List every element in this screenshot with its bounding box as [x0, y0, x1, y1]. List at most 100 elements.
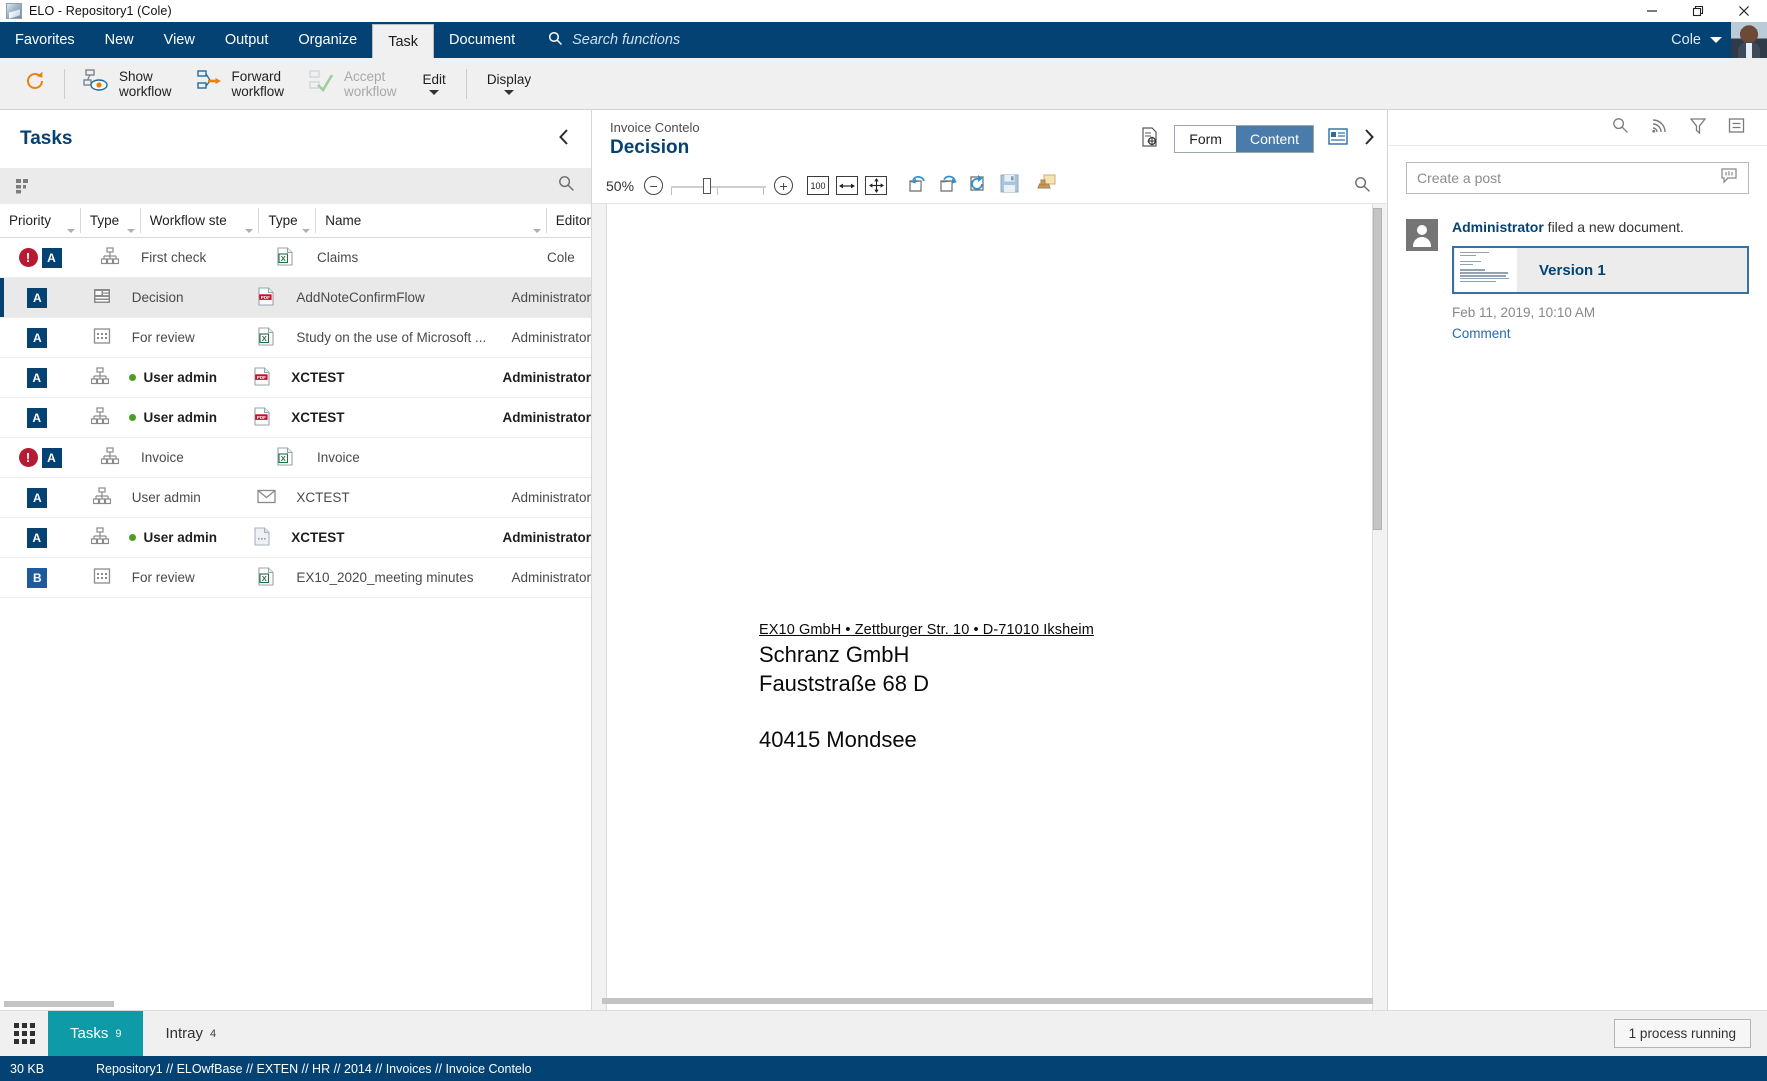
display-dropdown[interactable]: Display: [473, 58, 545, 110]
accept-workflow-button[interactable]: Acceptworkflow: [296, 58, 409, 110]
table-row[interactable]: AUser adminPDFXCTESTAdministrator: [0, 358, 591, 398]
view-options-icon[interactable]: [16, 178, 34, 194]
panel-layout-icon[interactable]: [1328, 128, 1348, 150]
zoom-in-icon[interactable]: +: [774, 176, 793, 195]
search-icon[interactable]: [1612, 117, 1629, 139]
rotate-left-icon[interactable]: [908, 173, 930, 198]
feed-comment-link[interactable]: Comment: [1452, 326, 1749, 341]
column-header-editor[interactable]: Editor: [547, 204, 591, 237]
menu-item-new[interactable]: New: [90, 22, 149, 58]
column-header-workflow-step[interactable]: Workflow ste: [141, 204, 259, 237]
priority-badge: A: [27, 328, 47, 348]
form-content-toggle[interactable]: Form Content: [1174, 125, 1314, 153]
create-post-input[interactable]: Create a post: [1406, 162, 1749, 194]
column-header-priority[interactable]: Priority: [0, 204, 80, 237]
column-header-type-2[interactable]: Type: [259, 204, 315, 237]
avatar: [1406, 219, 1438, 251]
tab-form[interactable]: Form: [1175, 126, 1236, 152]
tab-intray[interactable]: Intray 4: [143, 1011, 238, 1056]
comment-icon[interactable]: [1720, 167, 1738, 190]
status-bar: 30 KB Repository1 // ELOwfBase // EXTEN …: [0, 1056, 1767, 1081]
show-workflow-button[interactable]: Showworkflow: [71, 58, 184, 110]
toolbar-divider: [64, 69, 65, 99]
elo-app-icon: [6, 3, 22, 19]
table-row[interactable]: AFor reviewXStudy on the use of Microsof…: [0, 318, 591, 358]
table-row[interactable]: BFor reviewXEX10_2020_meeting minutesAdm…: [0, 558, 591, 598]
document-properties-icon[interactable]: [1140, 127, 1160, 152]
tab-content[interactable]: Content: [1236, 126, 1313, 152]
cell-workflow-step: For review: [130, 330, 240, 345]
rotate-right-icon[interactable]: [938, 173, 960, 198]
status-file-size: 30 KB: [0, 1062, 96, 1076]
workflow-icon: [101, 447, 119, 468]
tab-tasks[interactable]: Tasks 9: [48, 1011, 143, 1056]
menu-item-output[interactable]: Output: [210, 22, 284, 58]
forward-workflow-button[interactable]: Forwardworkflow: [184, 58, 297, 110]
cell-priority: A: [0, 408, 73, 428]
svg-text:X: X: [281, 253, 286, 262]
table-row[interactable]: ADecisionPDFAddNoteConfirmFlowAdministra…: [0, 278, 591, 318]
priority-badge: A: [42, 448, 62, 468]
menu-item-favorites[interactable]: Favorites: [0, 22, 90, 58]
column-header-name[interactable]: Name: [316, 204, 545, 237]
status-dot-icon: [129, 374, 136, 381]
chevron-left-icon[interactable]: [558, 128, 571, 151]
zoom-level-label: 50%: [606, 178, 634, 194]
table-row[interactable]: AUser adminXCTESTAdministrator: [0, 478, 591, 518]
edit-dropdown[interactable]: Edit: [409, 58, 460, 110]
workflow-step-label: For review: [132, 330, 195, 345]
zoom-out-icon[interactable]: −: [644, 176, 663, 195]
sort-arrow-icon: [245, 229, 253, 233]
sender-line: EX10 GmbH • Zettburger Str. 10 • D-71010…: [759, 622, 1094, 638]
document-vertical-scrollbar[interactable]: [1373, 208, 1382, 1010]
avatar[interactable]: [1731, 22, 1767, 58]
zoom-slider[interactable]: [671, 177, 766, 195]
filter-icon[interactable]: [1690, 117, 1706, 139]
excel-icon: X: [276, 447, 294, 469]
process-status-button[interactable]: 1 process running: [1614, 1019, 1751, 1048]
document-viewer-panel: Invoice Contelo Decision: [591, 110, 1387, 1010]
tab-tasks-count: 9: [115, 1028, 121, 1040]
menu-item-task[interactable]: Task: [372, 24, 434, 58]
feed-entry-action: filed a new document.: [1544, 219, 1684, 235]
table-row[interactable]: AUser adminPDFXCTESTAdministrator: [0, 398, 591, 438]
tasks-horizontal-scrollbar[interactable]: [0, 1001, 591, 1010]
search-functions-field[interactable]: Search functions: [530, 22, 680, 58]
restore-icon[interactable]: [1675, 0, 1721, 22]
zoom-100-button[interactable]: 100: [807, 176, 829, 195]
menu-item-document[interactable]: Document: [434, 22, 530, 58]
table-row[interactable]: !AFirst checkXClaimsCole: [0, 238, 591, 278]
menu-item-organize[interactable]: Organize: [283, 22, 372, 58]
close-icon[interactable]: [1721, 0, 1767, 22]
table-row[interactable]: !AInvoiceXInvoice: [0, 438, 591, 478]
fit-page-icon[interactable]: [865, 176, 887, 195]
cell-workflow-step: User admin: [130, 490, 240, 505]
save-icon[interactable]: [1000, 174, 1019, 198]
apps-grid-icon[interactable]: [0, 1011, 48, 1056]
table-row[interactable]: AUser adminXCTESTAdministrator: [0, 518, 591, 558]
cell-editor: Cole: [543, 250, 591, 265]
cell-workflow-step: User admin: [127, 410, 235, 425]
document-page-viewer[interactable]: EX10 GmbH • Zettburger Str. 10 • D-71010…: [592, 204, 1387, 1010]
chevron-right-icon[interactable]: [1362, 128, 1375, 151]
version-attachment[interactable]: Version 1: [1452, 246, 1749, 294]
minimize-icon[interactable]: [1629, 0, 1675, 22]
feed-entry-author[interactable]: Administrator: [1452, 219, 1544, 235]
column-header-type-1[interactable]: Type: [81, 204, 140, 237]
refresh-button[interactable]: [12, 58, 58, 110]
rotate-page-icon[interactable]: [968, 173, 990, 198]
cell-name: XCTEST: [287, 410, 498, 425]
svg-text:X: X: [281, 453, 286, 462]
menu-item-view[interactable]: View: [149, 22, 210, 58]
list-icon[interactable]: [1728, 117, 1745, 139]
stamp-icon[interactable]: [1035, 173, 1057, 198]
document-search-icon[interactable]: [1354, 176, 1371, 198]
feed-icon[interactable]: [1651, 117, 1668, 139]
search-icon[interactable]: [558, 175, 575, 197]
document-horizontal-scrollbar[interactable]: [602, 998, 1373, 1006]
user-menu[interactable]: Cole: [1671, 22, 1767, 58]
cell-editor: Administrator: [507, 290, 591, 305]
feed-panel: Create a post Administra: [1387, 110, 1767, 1010]
cell-priority: !A: [0, 448, 80, 468]
fit-width-icon[interactable]: [836, 176, 858, 195]
